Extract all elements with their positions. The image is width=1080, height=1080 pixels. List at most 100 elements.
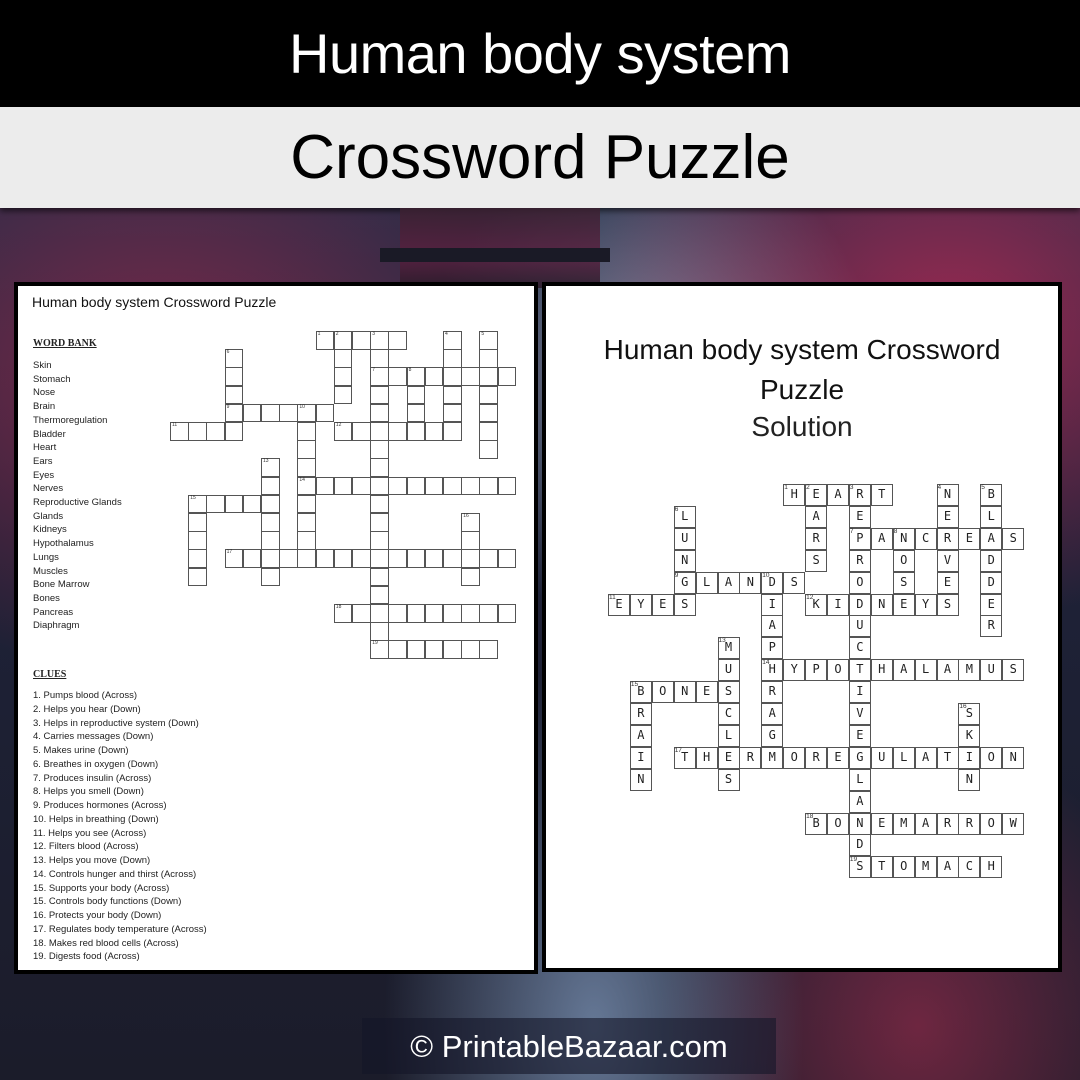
puzzle-cell[interactable]: [424, 422, 444, 441]
puzzle-cell[interactable]: [370, 349, 389, 368]
puzzle-cell[interactable]: 9: [224, 403, 244, 423]
puzzle-cell[interactable]: [370, 385, 389, 405]
puzzle-cell[interactable]: [370, 440, 389, 459]
puzzle-cell[interactable]: [261, 549, 280, 568]
puzzle-cell[interactable]: [315, 549, 335, 568]
puzzle-cell[interactable]: [370, 567, 389, 587]
puzzle-cell[interactable]: [261, 476, 280, 496]
puzzle-cell[interactable]: [461, 640, 480, 659]
puzzle-cell[interactable]: [388, 422, 407, 441]
puzzle-cell[interactable]: 10: [297, 403, 316, 423]
puzzle-cell[interactable]: [461, 476, 480, 496]
puzzle-cell[interactable]: [370, 604, 389, 623]
puzzle-cell[interactable]: [370, 422, 389, 441]
puzzle-cell[interactable]: 11: [170, 422, 189, 441]
puzzle-cell[interactable]: 12: [333, 422, 353, 441]
puzzle-cell[interactable]: [188, 567, 207, 587]
puzzle-cell[interactable]: [242, 549, 262, 568]
puzzle-cell[interactable]: 16: [461, 513, 480, 532]
puzzle-cell[interactable]: [406, 385, 426, 405]
puzzle-cell[interactable]: 14: [297, 476, 316, 496]
puzzle-cell[interactable]: [333, 549, 353, 568]
puzzle-cell[interactable]: [388, 640, 407, 659]
puzzle-cell[interactable]: [352, 476, 371, 496]
puzzle-cell[interactable]: [424, 604, 444, 623]
puzzle-cell[interactable]: [224, 494, 244, 514]
puzzle-cell[interactable]: [242, 403, 262, 423]
puzzle-cell[interactable]: [279, 549, 298, 568]
puzzle-cell[interactable]: [297, 494, 316, 514]
puzzle-cell[interactable]: [297, 422, 316, 441]
puzzle-cell[interactable]: [443, 476, 462, 496]
puzzle-cell[interactable]: [479, 422, 498, 441]
puzzle-cell[interactable]: 2: [333, 331, 353, 350]
puzzle-cell[interactable]: [352, 604, 371, 623]
puzzle-cell[interactable]: 4: [443, 331, 462, 350]
puzzle-cell[interactable]: [297, 440, 316, 459]
puzzle-cell[interactable]: [388, 367, 407, 386]
puzzle-cell[interactable]: [370, 513, 389, 532]
puzzle-cell[interactable]: [424, 476, 444, 496]
puzzle-cell[interactable]: [443, 640, 462, 659]
puzzle-cell[interactable]: [297, 458, 316, 477]
puzzle-cell[interactable]: [297, 549, 316, 568]
puzzle-cell[interactable]: [479, 349, 498, 368]
puzzle-cell[interactable]: [424, 549, 444, 568]
puzzle-cell[interactable]: [370, 476, 389, 496]
puzzle-cell[interactable]: 3: [370, 331, 389, 350]
puzzle-cell[interactable]: [461, 604, 480, 623]
puzzle-cell[interactable]: [188, 531, 207, 550]
puzzle-cell[interactable]: [479, 403, 498, 423]
puzzle-cell[interactable]: [370, 622, 389, 641]
puzzle-cell[interactable]: [333, 367, 353, 386]
puzzle-cell[interactable]: [497, 476, 517, 496]
puzzle-cell[interactable]: [406, 476, 426, 496]
puzzle-cell[interactable]: [206, 422, 225, 441]
puzzle-cell[interactable]: [424, 367, 444, 386]
puzzle-cell[interactable]: [261, 403, 280, 423]
puzzle-cell[interactable]: [261, 531, 280, 550]
puzzle-cell[interactable]: [424, 640, 444, 659]
puzzle-cell[interactable]: [497, 367, 517, 386]
puzzle-cell[interactable]: [479, 604, 498, 623]
puzzle-cell[interactable]: [443, 549, 462, 568]
puzzle-cell[interactable]: [206, 494, 225, 514]
puzzle-cell[interactable]: [261, 567, 280, 587]
puzzle-cell[interactable]: [315, 476, 335, 496]
puzzle-cell[interactable]: [497, 604, 517, 623]
puzzle-cell[interactable]: [479, 440, 498, 459]
puzzle-cell[interactable]: [224, 385, 244, 405]
puzzle-cell[interactable]: [224, 422, 244, 441]
puzzle-cell[interactable]: [297, 513, 316, 532]
puzzle-cell[interactable]: 17: [224, 549, 244, 568]
puzzle-cell[interactable]: 19: [370, 640, 389, 659]
puzzle-cell[interactable]: [388, 331, 407, 350]
puzzle-cell[interactable]: [406, 403, 426, 423]
puzzle-cell[interactable]: [333, 385, 353, 405]
puzzle-cell[interactable]: [352, 549, 371, 568]
puzzle-cell[interactable]: [188, 422, 207, 441]
puzzle-cell[interactable]: [479, 385, 498, 405]
puzzle-cell[interactable]: [479, 367, 498, 386]
puzzle-cell[interactable]: [333, 476, 353, 496]
puzzle-cell[interactable]: [479, 640, 498, 659]
puzzle-cell[interactable]: [461, 531, 480, 550]
puzzle-cell[interactable]: 7: [370, 367, 389, 386]
puzzle-cell[interactable]: [370, 403, 389, 423]
puzzle-cell[interactable]: [406, 604, 426, 623]
puzzle-cell[interactable]: [443, 422, 462, 441]
puzzle-cell[interactable]: [352, 422, 371, 441]
puzzle-cell[interactable]: [333, 349, 353, 368]
puzzle-cell[interactable]: [370, 458, 389, 477]
puzzle-cell[interactable]: 8: [406, 367, 426, 386]
puzzle-cell[interactable]: 15: [188, 494, 207, 514]
puzzle-cell[interactable]: [370, 531, 389, 550]
puzzle-cell[interactable]: [388, 604, 407, 623]
puzzle-cell[interactable]: [388, 549, 407, 568]
puzzle-cell[interactable]: [370, 585, 389, 605]
puzzle-cell[interactable]: [370, 549, 389, 568]
puzzle-cell[interactable]: [224, 367, 244, 386]
puzzle-cell[interactable]: 5: [479, 331, 498, 350]
puzzle-cell[interactable]: [406, 640, 426, 659]
puzzle-cell[interactable]: [370, 494, 389, 514]
